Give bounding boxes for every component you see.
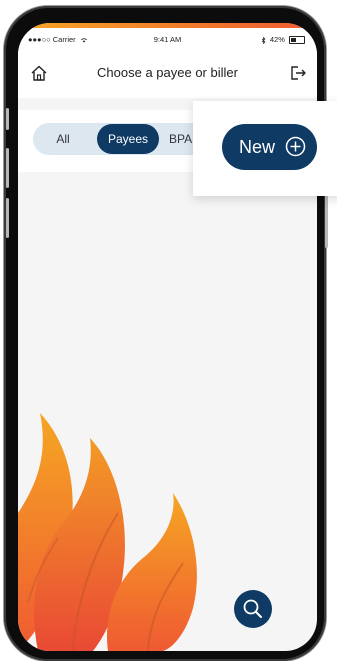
volume-down-button <box>6 198 9 238</box>
battery-percent: 42% <box>269 35 285 44</box>
exit-icon[interactable] <box>289 64 307 82</box>
new-payee-button[interactable]: New <box>222 124 317 170</box>
plus-circle-icon <box>285 136 306 157</box>
search-button[interactable] <box>234 590 272 628</box>
status-bar: ●●●○○ Carrier 9:41 AM 42% <box>18 28 317 48</box>
power-button <box>325 190 328 248</box>
battery-icon <box>289 36 305 45</box>
filter-tab-all[interactable]: All <box>33 123 93 155</box>
app-header: Choose a payee or biller <box>18 48 317 98</box>
filter-tab-payees[interactable]: Payees <box>97 124 159 154</box>
battery-status: 42% <box>261 35 305 45</box>
volume-up-button <box>6 148 9 188</box>
flame-illustration <box>18 413 197 651</box>
new-button-label: New <box>239 137 276 157</box>
search-icon <box>243 599 262 618</box>
mute-switch <box>6 108 9 130</box>
new-payee-callout: New <box>193 101 337 196</box>
bluetooth-icon <box>261 36 266 44</box>
page-title: Choose a payee or biller <box>97 65 238 80</box>
